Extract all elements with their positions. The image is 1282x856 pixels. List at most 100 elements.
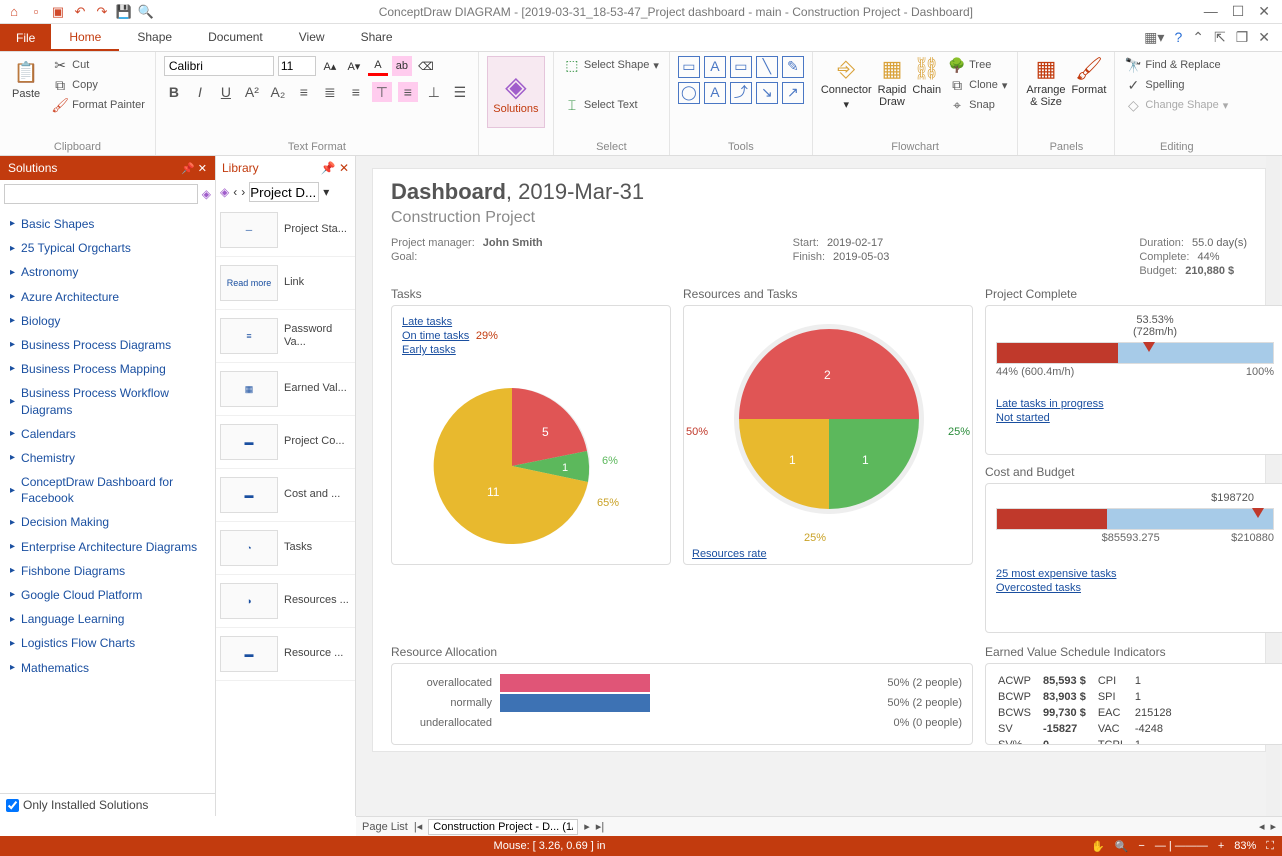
grow-font-icon[interactable]: A▴	[320, 56, 340, 76]
underline-icon[interactable]: U	[216, 82, 236, 102]
superscript-icon[interactable]: A²	[242, 82, 262, 102]
valign-bottom-icon[interactable]: ⊥	[424, 82, 444, 102]
bold-icon[interactable]: B	[164, 82, 184, 102]
font-size-select[interactable]	[278, 56, 316, 76]
resources-rate-link[interactable]: Resources rate	[692, 548, 767, 560]
rapid-draw-button[interactable]: ▦Rapid Draw	[878, 56, 907, 108]
sol-item[interactable]: ▸Biology	[0, 309, 215, 333]
pin-up-icon[interactable]: ⇱	[1214, 29, 1226, 46]
align-center-icon[interactable]: ≣	[320, 82, 340, 102]
early-tasks-link[interactable]: Early tasks	[402, 344, 456, 356]
tab-shape[interactable]: Shape	[119, 24, 190, 51]
maximize-icon[interactable]: ☐	[1232, 3, 1245, 20]
arrange-size-button[interactable]: ▦Arrange & Size	[1026, 56, 1065, 108]
font-color-icon[interactable]: A	[368, 56, 388, 76]
sol-item[interactable]: ▸Calendars	[0, 422, 215, 446]
library-collapse-icon[interactable]: ◈	[220, 185, 229, 199]
list-icon[interactable]: ☰	[450, 82, 470, 102]
page-name-input[interactable]	[428, 819, 578, 835]
shrink-font-icon[interactable]: A▾	[344, 56, 364, 76]
valign-top-icon[interactable]: ⊤	[372, 82, 392, 102]
lib-item[interactable]: ▦Earned Val...	[216, 363, 355, 416]
solutions-button[interactable]: ◈ Solutions	[487, 56, 545, 128]
zoom-in-icon[interactable]: +	[1218, 840, 1224, 852]
format-button[interactable]: 🖌Format	[1072, 56, 1107, 96]
lib-item[interactable]: ─Project Sta...	[216, 204, 355, 257]
save-icon[interactable]: 💾	[116, 4, 132, 20]
spelling-button[interactable]: ✓Spelling	[1123, 76, 1230, 94]
sol-item[interactable]: ▸Logistics Flow Charts	[0, 631, 215, 655]
find-replace-button[interactable]: 🔭Find & Replace	[1123, 56, 1230, 74]
copy-button[interactable]: ⧉Copy	[50, 76, 147, 94]
sol-item[interactable]: ▸Enterprise Architecture Diagrams	[0, 535, 215, 559]
solutions-search-input[interactable]	[4, 184, 198, 204]
new-icon[interactable]: ▫	[28, 4, 44, 20]
highlight-icon[interactable]: ab	[392, 56, 412, 76]
sol-item[interactable]: ▸Business Process Diagrams	[0, 333, 215, 357]
undo-icon[interactable]: ↶	[72, 4, 88, 20]
late-tasks-link[interactable]: Late tasks	[402, 316, 452, 328]
sol-item[interactable]: ▸Business Process Mapping	[0, 357, 215, 381]
minimize-icon[interactable]: —	[1204, 3, 1218, 20]
library-pin-icon[interactable]: 📌	[321, 161, 336, 175]
chain-button[interactable]: ⛓Chain	[912, 56, 941, 96]
tab-document[interactable]: Document	[190, 24, 281, 51]
sol-item[interactable]: ▸25 Typical Orgcharts	[0, 236, 215, 260]
lib-item[interactable]: ▬Cost and ...	[216, 469, 355, 522]
library-next-icon[interactable]: ›	[241, 185, 245, 199]
redo-icon[interactable]: ↷	[94, 4, 110, 20]
insert-shape-grid[interactable]: ▭A▭╲✎ ◯A⤴↘↗	[678, 56, 804, 104]
sol-item[interactable]: ▸Basic Shapes	[0, 212, 215, 236]
open-icon[interactable]: ▣	[50, 4, 66, 20]
sol-item[interactable]: ▸Chemistry	[0, 446, 215, 470]
close-icon[interactable]: ✕	[1258, 3, 1270, 20]
align-left-icon[interactable]: ≡	[294, 82, 314, 102]
hscroll-right-icon[interactable]: ▸	[1270, 820, 1276, 833]
ontime-tasks-link[interactable]: On time tasks	[402, 330, 469, 342]
tree-button[interactable]: 🌳Tree	[947, 56, 1009, 74]
library-dropdown-icon[interactable]: ▾	[323, 185, 329, 199]
clone-button[interactable]: ⧉Clone ▾	[947, 76, 1009, 94]
snap-button[interactable]: ⌖Snap	[947, 96, 1009, 114]
sol-item[interactable]: ▸ConceptDraw Dashboard for Facebook	[0, 470, 215, 510]
file-menu[interactable]: File	[0, 24, 51, 51]
lib-item[interactable]: Read moreLink	[216, 257, 355, 310]
page-last-icon[interactable]: ▸|	[596, 820, 604, 833]
italic-icon[interactable]: I	[190, 82, 210, 102]
expensive-tasks-link[interactable]: 25 most expensive tasks	[996, 568, 1116, 580]
sol-item[interactable]: ▸Fishbone Diagrams	[0, 559, 215, 583]
late-progress-link[interactable]: Late tasks in progress	[996, 398, 1104, 410]
close-doc-icon[interactable]: ✕	[1258, 29, 1270, 46]
sol-item[interactable]: ▸Business Process Workflow Diagrams	[0, 381, 215, 421]
collapse-ribbon-icon[interactable]: ⌃	[1192, 29, 1204, 46]
page-next-icon[interactable]: ▸	[584, 820, 590, 833]
connector-button[interactable]: ⎆Connector▾	[821, 56, 872, 111]
fit-icon[interactable]: ⛶	[1266, 840, 1274, 853]
pin-icon[interactable]: 📌	[181, 163, 195, 175]
close-panel-icon[interactable]: ✕	[198, 163, 207, 175]
hscroll-left-icon[interactable]: ◂	[1259, 820, 1265, 833]
change-shape-button[interactable]: ◇Change Shape ▾	[1123, 96, 1230, 114]
layout-icon[interactable]: ▦▾	[1144, 29, 1164, 46]
pan-icon[interactable]: ✋	[1091, 840, 1105, 853]
subscript-icon[interactable]: A₂	[268, 82, 288, 102]
select-shape-button[interactable]: ⬚Select Shape ▾	[562, 56, 661, 74]
lib-item[interactable]: ▬Resource ...	[216, 628, 355, 681]
sol-item[interactable]: ▸Azure Architecture	[0, 285, 215, 309]
lib-item[interactable]: ≡Password Va...	[216, 310, 355, 363]
library-close-icon[interactable]: ✕	[339, 161, 349, 175]
restore-icon[interactable]: ❐	[1236, 29, 1249, 46]
tab-share[interactable]: Share	[343, 24, 411, 51]
help-icon[interactable]: ?	[1174, 29, 1182, 46]
sol-item[interactable]: ▸Astronomy	[0, 260, 215, 284]
format-painter-button[interactable]: 🖌Format Painter	[50, 96, 147, 114]
overcosted-link[interactable]: Overcosted tasks	[996, 582, 1081, 594]
select-text-button[interactable]: ⌶Select Text	[562, 96, 661, 114]
sol-item[interactable]: ▸Google Cloud Platform	[0, 583, 215, 607]
clear-format-icon[interactable]: ⌫	[416, 56, 436, 76]
sol-item[interactable]: ▸Mathematics	[0, 656, 215, 680]
tab-home[interactable]: Home	[51, 24, 119, 51]
align-right-icon[interactable]: ≡	[346, 82, 366, 102]
sol-item[interactable]: ▸Decision Making	[0, 510, 215, 534]
zoom-tool-icon[interactable]: 🔍	[1115, 840, 1129, 853]
